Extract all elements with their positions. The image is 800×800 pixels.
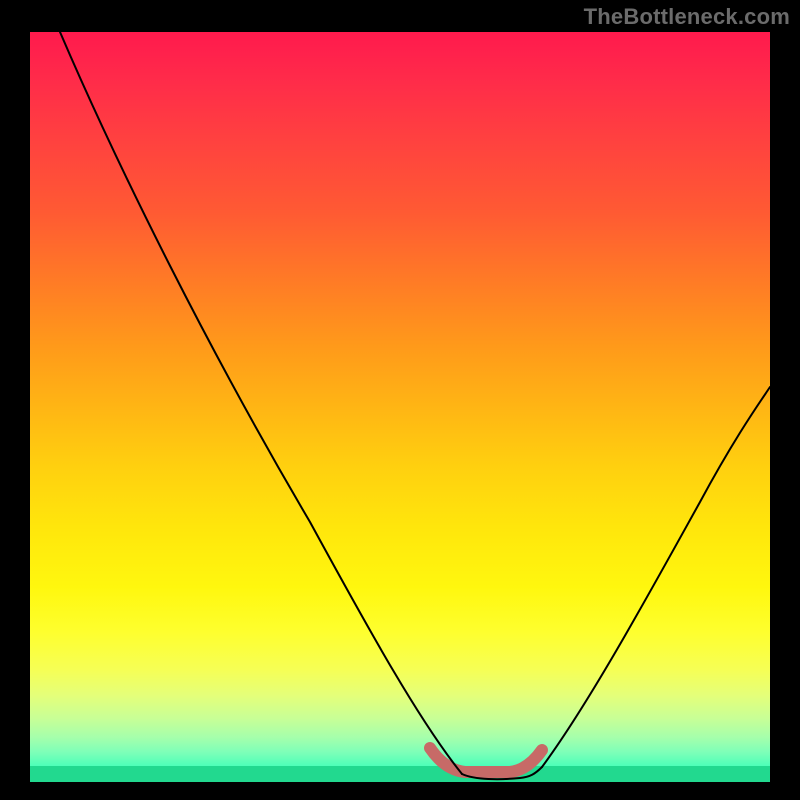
bottleneck-curve-right bbox=[542, 387, 770, 767]
curve-svg bbox=[30, 32, 770, 782]
optimal-range-highlight bbox=[430, 748, 542, 772]
watermark-label: TheBottleneck.com bbox=[584, 4, 790, 30]
plot-area bbox=[30, 32, 770, 782]
bottleneck-curve-left bbox=[60, 32, 462, 774]
chart-frame: TheBottleneck.com bbox=[0, 0, 800, 800]
